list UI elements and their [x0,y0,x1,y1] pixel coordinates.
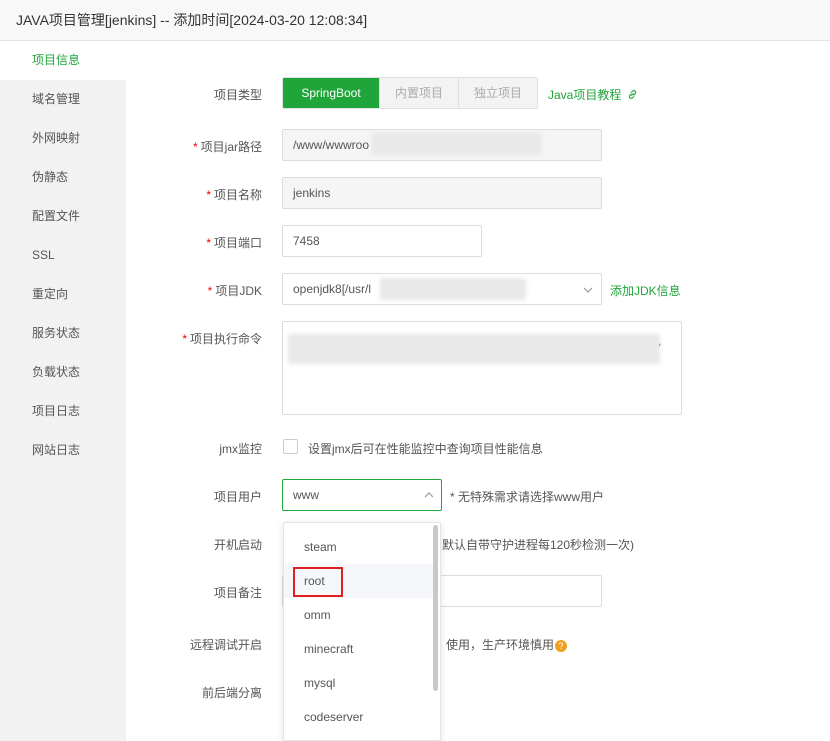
redaction-blur [372,133,542,155]
project-name-label: * 项目名称 [206,188,262,202]
user-option-minecraft[interactable]: minecraft [284,632,434,666]
dialog-titlebar: JAVA项目管理[jenkins] -- 添加时间[2024-03-20 12:… [0,0,830,41]
type-builtin-button[interactable]: 内置项目 [379,78,458,108]
remote-debug-label: 远程调试开启 [189,638,262,652]
add-jdk-link[interactable]: 添加JDK信息 [610,282,681,299]
type-standalone-button[interactable]: 独立项目 [458,78,537,108]
jmx-checkbox[interactable] [283,439,298,454]
project-type-segmented: SpringBoot 内置项目 独立项目 [282,77,538,109]
highlight-box [293,567,343,597]
separation-label: 前后端分离 [201,686,262,700]
project-command-label: * 项目执行命令 [182,332,262,346]
user-option-mysql[interactable]: mysql [284,666,434,700]
project-user-hint: * 无特殊需求请选择www用户 [450,490,605,504]
project-port-input[interactable]: 7458 [282,225,482,257]
project-user-dropdown: steam root omm minecraft mysql codeserve… [283,522,441,741]
autostart-label: 开机启动 [213,538,262,552]
project-user-label: 项目用户 [213,490,262,504]
remark-label: 项目备注 [213,586,262,600]
project-type-label: 项目类型 [213,88,262,102]
type-springboot-button[interactable]: SpringBoot [283,78,379,108]
project-name-input[interactable]: jenkins [282,177,602,209]
remote-debug-hint: 、使用，生产环境慎用? [434,636,568,653]
autostart-hint: 默认自带守护进程每120秒检测一次) [442,538,635,552]
sidebar-item-load-status[interactable]: 负载状态 [0,353,126,392]
jmx-checkbox-label: 设置jmx后可在性能监控中查询项目性能信息 [308,442,543,456]
project-port-label: * 项目端口 [206,236,262,250]
command-trailing-text: , [658,334,662,348]
help-icon[interactable]: ? [555,640,568,652]
chevron-up-icon [424,492,434,498]
dialog-title: JAVA项目管理[jenkins] -- 添加时间[2024-03-20 12:… [16,12,368,28]
java-tutorial-link[interactable]: Java项目教程 [548,86,638,103]
jmx-label: jmx监控 [219,442,262,456]
project-jdk-label: * 项目JDK [207,284,262,298]
jar-path-label: * 项目jar路径 [192,140,262,154]
user-option-steam[interactable]: steam [284,530,434,564]
link-icon [629,90,637,99]
chevron-down-icon [583,287,593,293]
project-user-select[interactable]: www [282,479,442,511]
redaction-blur [380,278,526,300]
dropdown-scrollbar[interactable] [433,525,438,691]
user-option-omm[interactable]: omm [284,598,434,632]
user-option-codeserver[interactable]: codeserver [284,700,434,734]
sidebar-item-project-info[interactable]: 项目信息 [0,41,126,80]
sidebar-item-project-log[interactable]: 项目日志 [0,392,126,431]
redaction-blur [288,334,660,364]
